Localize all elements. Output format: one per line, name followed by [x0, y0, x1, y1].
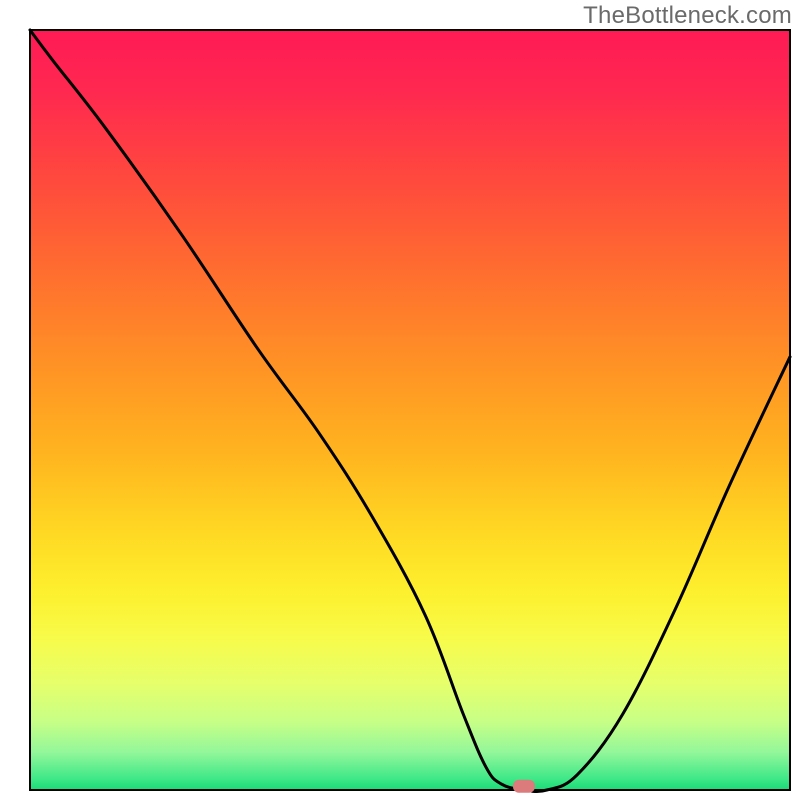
chart-container: TheBottleneck.com [0, 0, 800, 800]
optimal-marker [513, 780, 535, 793]
watermark-text: TheBottleneck.com [583, 2, 792, 30]
bottleneck-chart [0, 0, 800, 800]
plot-background [30, 30, 790, 790]
